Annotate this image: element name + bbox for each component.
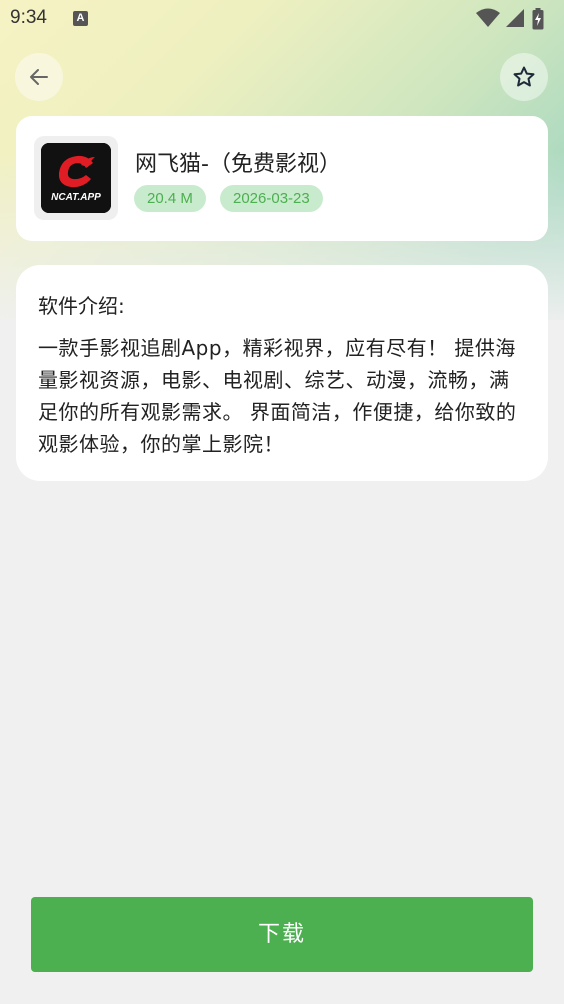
app-logo: NCAT.APP xyxy=(41,143,111,213)
app-size-badge: 20.4 M xyxy=(134,185,206,212)
app-logo-text: NCAT.APP xyxy=(51,192,101,203)
app-info-card: NCAT.APP 网飞猫-（免费影视） 20.4 M 2026-03-23 xyxy=(16,116,548,241)
back-button[interactable] xyxy=(15,53,63,101)
favorite-button[interactable] xyxy=(500,53,548,101)
app-name: 网飞猫-（免费影视） xyxy=(135,152,341,177)
notification-a-icon: A xyxy=(73,11,88,26)
status-bar: 9:34 A xyxy=(0,0,564,38)
app-icon-frame: NCAT.APP xyxy=(34,136,118,220)
download-button[interactable]: 下载 xyxy=(31,897,533,972)
status-time: 9:34 xyxy=(10,7,47,28)
status-icons xyxy=(476,8,556,30)
description-title: 软件介绍: xyxy=(38,294,125,318)
star-outline-icon xyxy=(513,66,535,87)
app-date-badge: 2026-03-23 xyxy=(220,185,323,212)
arrow-left-icon xyxy=(30,69,48,85)
battery-charging-icon xyxy=(532,8,544,30)
cellular-signal-icon xyxy=(506,9,524,27)
description-body: 一款手影视追剧App，精彩视界，应有尽有！ 提供海量影视资源，电影、电视剧、综艺… xyxy=(38,336,517,456)
wifi-icon xyxy=(476,8,500,27)
description-card: 软件介绍: 一款手影视追剧App，精彩视界，应有尽有！ 提供海量影视资源，电影、… xyxy=(16,265,548,481)
